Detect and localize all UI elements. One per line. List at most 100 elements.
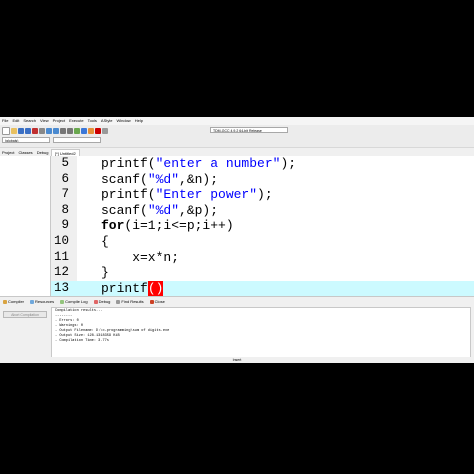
tab-resources-label: Resources [35, 299, 55, 304]
resources-icon [30, 300, 35, 304]
close-icon [149, 300, 154, 304]
code-line[interactable]: 7 printf("Enter power"); [51, 187, 474, 203]
replace-icon[interactable] [67, 127, 73, 134]
code-text: scanf("%d",&n); [101, 172, 218, 188]
code-line[interactable]: 6 scanf("%d",&n); [51, 172, 474, 188]
tab-project[interactable]: Project [0, 149, 16, 156]
code-line[interactable]: 12} [51, 265, 474, 281]
code-token: ); [280, 156, 297, 171]
code-text: { [101, 234, 109, 250]
compiler-icon [3, 300, 7, 304]
tab-debug-bottom[interactable]: Debug [91, 298, 114, 306]
line-number: 6 [61, 171, 69, 186]
undo-icon[interactable] [46, 127, 52, 134]
find-icon[interactable] [60, 127, 66, 134]
code-line[interactable]: 13 printf() [51, 280, 474, 296]
code-text: printf() [101, 280, 164, 296]
tab-find-results[interactable]: Find Results [113, 298, 146, 306]
tab-debug[interactable]: Debug [35, 149, 51, 156]
menu-file[interactable]: File [0, 117, 10, 125]
line-number: 12 [53, 265, 69, 280]
menu-bar: File Edit Search View Project Execute To… [0, 117, 474, 125]
code-token: printf [101, 280, 148, 296]
line-number: 13 [53, 280, 69, 295]
debug-toolbar-icon[interactable] [102, 127, 108, 134]
line-number: 8 [61, 202, 69, 217]
compile-log-output: Compilation results... -------- - Errors: … [51, 307, 471, 363]
compile-log-icon [60, 300, 65, 304]
code-token: { [101, 234, 109, 249]
code-text: printf("enter a number"); [101, 156, 296, 172]
code-text: x=x*n; [101, 250, 179, 266]
bottom-tabs: Compiler Resources Compile Log Debug Fin… [0, 298, 168, 306]
code-token: "%d" [147, 202, 180, 218]
close-file-icon[interactable] [32, 127, 38, 134]
code-token: } [101, 265, 109, 281]
compile-icon[interactable] [74, 127, 80, 134]
ide-window: File Edit Search View Project Execute To… [0, 117, 474, 363]
line-number: 9 [61, 218, 69, 233]
bottom-panel: Compiler Resources Compile Log Debug Fin… [0, 296, 474, 363]
menu-search[interactable]: Search [21, 117, 38, 125]
code-token: scanf( [101, 171, 148, 187]
new-file-icon[interactable] [2, 126, 10, 135]
menu-window[interactable]: Window [114, 117, 132, 125]
save-icon[interactable] [18, 127, 24, 134]
compile-run-icon[interactable] [88, 127, 94, 134]
line-number: 10 [53, 234, 69, 248]
code-token: "%d" [147, 171, 180, 187]
compiler-select[interactable]: TDM-GCC 4.9.2 64-bit Release [210, 127, 288, 133]
code-line[interactable]: 11 x=x*n; [51, 250, 474, 266]
code-token: ,&p); [179, 202, 219, 218]
code-token: ,&n); [179, 171, 219, 187]
code-token: ); [257, 187, 273, 203]
line-number: 11 [53, 249, 69, 264]
tab-compile-log-label: Compile Log [65, 299, 88, 304]
tab-close-label: Close [154, 299, 165, 304]
code-line[interactable]: 9 for(i=1;i<=p;i++) [51, 218, 474, 234]
toolbar: TDM-GCC 4.9.2 64-bit Release (globals) [0, 125, 474, 148]
log-line: - Compilation Time: 3.77s [55, 339, 109, 343]
rebuild-icon[interactable] [95, 127, 101, 134]
line-number: 7 [61, 187, 69, 202]
tab-compiler[interactable]: Compiler [0, 298, 27, 306]
abort-compilation-button[interactable]: Abort Compilation [3, 311, 47, 318]
code-text: scanf("%d",&p); [101, 203, 218, 219]
redo-icon[interactable] [53, 127, 59, 134]
tab-resources[interactable]: Resources [27, 298, 57, 306]
globals-select[interactable]: (globals) [2, 137, 50, 143]
code-token: x=x*n; [101, 249, 180, 265]
find-results-icon [116, 300, 121, 304]
menu-execute[interactable]: Execute [67, 117, 85, 125]
save-all-icon[interactable] [25, 127, 31, 134]
code-line[interactable]: 10 { [51, 234, 474, 250]
line-number: 5 [61, 156, 69, 170]
tab-classes[interactable]: Classes [16, 149, 34, 156]
open-folder-icon[interactable] [11, 127, 17, 134]
left-panel-tabs: Project Classes Debug [0, 149, 50, 156]
code-token: () [147, 280, 164, 296]
menu-edit[interactable]: Edit [10, 117, 21, 125]
toolbar-row-1 [2, 126, 108, 135]
code-token: "enter a number" [155, 156, 281, 171]
menu-help[interactable]: Help [133, 117, 145, 125]
code-token: scanf( [101, 202, 148, 218]
run-icon[interactable] [81, 127, 87, 134]
menu-tools[interactable]: Tools [86, 117, 99, 125]
tab-compile-log[interactable]: Compile Log [57, 298, 90, 306]
menu-astyle[interactable]: AStyle [99, 117, 115, 125]
project-browser [0, 156, 51, 296]
tab-find-results-label: Find Results [121, 299, 144, 304]
debug-icon [93, 300, 98, 304]
code-token: for [101, 218, 125, 234]
print-icon[interactable] [39, 127, 45, 134]
members-select[interactable] [53, 137, 101, 143]
code-token: printf( [101, 187, 156, 203]
code-line[interactable]: 5 printf("enter a number"); [51, 156, 474, 172]
code-editor[interactable]: 5 printf("enter a number"); 6 scanf("%d",&n… [51, 156, 474, 296]
menu-view[interactable]: View [38, 117, 51, 125]
menu-project[interactable]: Project [51, 117, 67, 125]
tab-compiler-label: Compiler [8, 299, 25, 304]
tab-close[interactable]: Close [147, 298, 168, 306]
code-line[interactable]: 8 scanf("%d",&p); [51, 203, 474, 219]
